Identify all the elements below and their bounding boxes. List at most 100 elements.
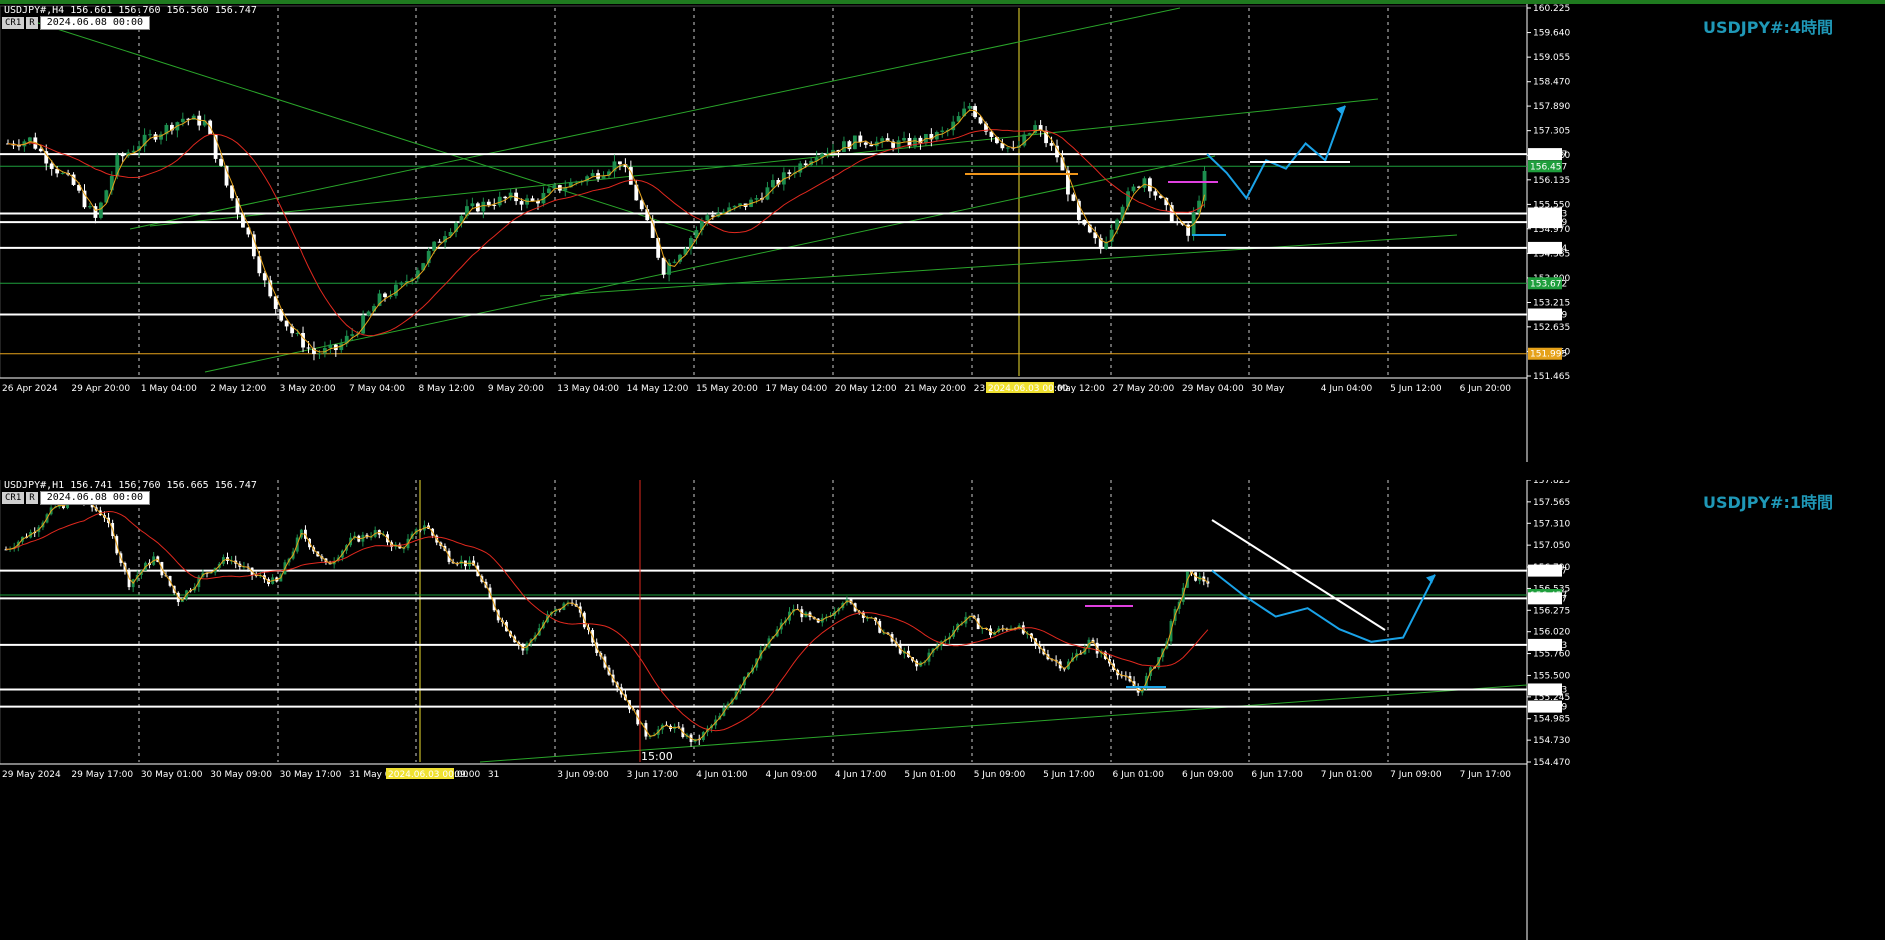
h1-plot-frame bbox=[0, 480, 1528, 765]
h4-price-badge: 155.129 bbox=[1530, 218, 1567, 228]
h1-chart-canvas[interactable]: 157.825157.565157.310157.050156.790156.5… bbox=[0, 480, 1885, 940]
h1-price-tick-label: 157.050 bbox=[1533, 541, 1570, 551]
h4-candle bbox=[328, 344, 333, 349]
h4-candle bbox=[896, 140, 901, 148]
h4-candle bbox=[1082, 219, 1087, 225]
h4-time-label: 9 May 20:00 bbox=[488, 384, 544, 394]
h4-time-label: 20 May 12:00 bbox=[835, 384, 897, 394]
h4-time-label: 15 May 20:00 bbox=[696, 384, 758, 394]
h4-date-box[interactable]: 2024.06.08 00:00 bbox=[39, 16, 151, 30]
h4-price-badge: 152.929 bbox=[1530, 310, 1567, 320]
h4-candle bbox=[497, 196, 502, 206]
h1-time-label: 3 Jun 09:00 bbox=[557, 770, 609, 780]
h4-candle bbox=[967, 106, 972, 109]
h1-time-label: 30 May 17:00 bbox=[280, 770, 342, 780]
h4-plot-frame bbox=[0, 5, 1528, 379]
h4-candle bbox=[180, 118, 185, 123]
h4-chart-canvas[interactable]: 160.225 159.640 159.055 158.470 157.890 157.3… bbox=[0, 4, 1885, 462]
h4-chart-pane[interactable]: 160.225 159.640 159.055 158.470 157.890 157.3… bbox=[0, 0, 1885, 462]
h4-candle bbox=[394, 284, 398, 296]
h1-price-badge: 155.863 bbox=[1530, 641, 1567, 651]
h4-candle bbox=[486, 201, 491, 205]
h4-time-label: 2 May 12:00 bbox=[210, 384, 266, 394]
h4-candle bbox=[552, 185, 557, 189]
h4-candle bbox=[88, 206, 92, 208]
h1-price-tick-label: 157.565 bbox=[1533, 498, 1570, 508]
h4-candle bbox=[530, 198, 535, 201]
h1-time-label: 30 May 09:00 bbox=[210, 770, 272, 780]
h4-trendline bbox=[34, 21, 701, 235]
h1-time-label: 6 Jun 01:00 bbox=[1113, 770, 1165, 780]
h4-candle bbox=[1142, 178, 1147, 188]
h4-trendline bbox=[129, 7, 1181, 230]
h1-time-label: 29 May 2024 bbox=[2, 770, 61, 780]
h1-time-label: 29 May 17:00 bbox=[71, 770, 133, 780]
h4-control-box: CR1 R 2024.06.08 00:00 bbox=[2, 16, 151, 30]
h1-ma-fast bbox=[5, 498, 1209, 741]
h4-candle bbox=[940, 130, 945, 133]
h1-price-tick-label: 155.500 bbox=[1533, 671, 1570, 681]
h4-candle bbox=[366, 311, 371, 316]
h4-price-badge: 156.747 bbox=[1530, 150, 1567, 160]
h4-r-button[interactable]: R bbox=[26, 17, 38, 29]
h1-time-label: 7 Jun 09:00 bbox=[1390, 770, 1442, 780]
h4-time-label: 4 Jun 04:00 bbox=[1321, 384, 1373, 394]
h4-time-label: 27 May 20:00 bbox=[1113, 384, 1175, 394]
h4-time-label: 14 May 12:00 bbox=[627, 384, 689, 394]
h4-candle bbox=[481, 201, 486, 212]
h1-time-label: 4 Jun 17:00 bbox=[835, 770, 887, 780]
h4-candle bbox=[1131, 186, 1136, 192]
h4-candle bbox=[1049, 143, 1054, 146]
h4-cr1-button[interactable]: CR1 bbox=[2, 17, 25, 29]
h4-candle bbox=[383, 293, 387, 298]
h1-time-label: 30 May 01:00 bbox=[141, 770, 203, 780]
h4-candle bbox=[219, 158, 223, 166]
h1-date-box[interactable]: 2024.06.08 00:00 bbox=[39, 491, 151, 505]
h4-candle bbox=[251, 234, 256, 257]
h4-price-tick-label: 159.640 bbox=[1533, 29, 1570, 39]
h4-price-tick-label: 152.635 bbox=[1533, 323, 1570, 333]
h4-candle bbox=[470, 203, 475, 207]
h4-forecast-path bbox=[1206, 105, 1346, 200]
h1-chart-header: USDJPY#,H1 156.741 156.760 156.665 156.7… bbox=[4, 480, 257, 491]
h4-price-tick-label: 156.135 bbox=[1533, 176, 1570, 186]
h4-price-tick-label: 159.055 bbox=[1533, 53, 1570, 63]
h1-time-label: 6 Jun 09:00 bbox=[1182, 770, 1234, 780]
h4-candle bbox=[437, 241, 442, 243]
h1-watermark: USDJPY#:1時間 bbox=[1702, 493, 1833, 512]
h4-time-label: 17 May 04:00 bbox=[766, 384, 828, 394]
h1-time-label: 6 Jun 17:00 bbox=[1251, 770, 1303, 780]
h4-candle bbox=[120, 154, 125, 157]
h1-price-badge: 156.747 bbox=[1530, 567, 1567, 577]
h1-price-badge: 156.417 bbox=[1530, 594, 1567, 604]
h4-time-label: 29 May 04:00 bbox=[1182, 384, 1244, 394]
h4-candle bbox=[842, 141, 846, 152]
h1-chart-pane[interactable]: 157.825157.565157.310157.050156.790156.5… bbox=[0, 480, 1885, 940]
h4-chart-header: USDJPY#,H4 156.661 156.760 156.560 156.7… bbox=[4, 5, 257, 16]
h4-time-label: 5 Jun 12:00 bbox=[1390, 384, 1442, 394]
h1-control-box: CR1 R 2024.06.08 00:00 bbox=[2, 491, 151, 505]
h4-time-label: 7 May 04:00 bbox=[349, 384, 405, 394]
h4-time-label: 21 May 20:00 bbox=[904, 384, 966, 394]
h1-time-label: 31 bbox=[488, 770, 499, 780]
h4-highlight-time-label: 2024.06.03 00:00 bbox=[988, 384, 1069, 394]
h1-time-label: 4 Jun 01:00 bbox=[696, 770, 748, 780]
pane-separator[interactable] bbox=[0, 462, 1885, 480]
h4-price-tick-label: 157.305 bbox=[1533, 127, 1570, 137]
h1-white-trendline bbox=[1211, 519, 1386, 631]
h4-candle bbox=[574, 181, 579, 183]
h1-price-tick-label: 156.020 bbox=[1533, 628, 1570, 638]
h4-candle bbox=[350, 334, 355, 336]
h1-cr1-button[interactable]: CR1 bbox=[2, 492, 25, 504]
h4-candle bbox=[754, 198, 759, 200]
h4-candle bbox=[1175, 222, 1180, 224]
h4-candle bbox=[858, 135, 863, 143]
h4-candle bbox=[399, 282, 404, 285]
h4-candle bbox=[60, 172, 65, 174]
h4-candle bbox=[661, 257, 666, 275]
h4-candle bbox=[361, 315, 366, 334]
h4-time-label: 1 May 04:00 bbox=[141, 384, 197, 394]
h1-r-button[interactable]: R bbox=[26, 492, 38, 504]
h4-watermark: USDJPY#:4時間 bbox=[1702, 18, 1833, 37]
h4-candle bbox=[1005, 147, 1010, 149]
